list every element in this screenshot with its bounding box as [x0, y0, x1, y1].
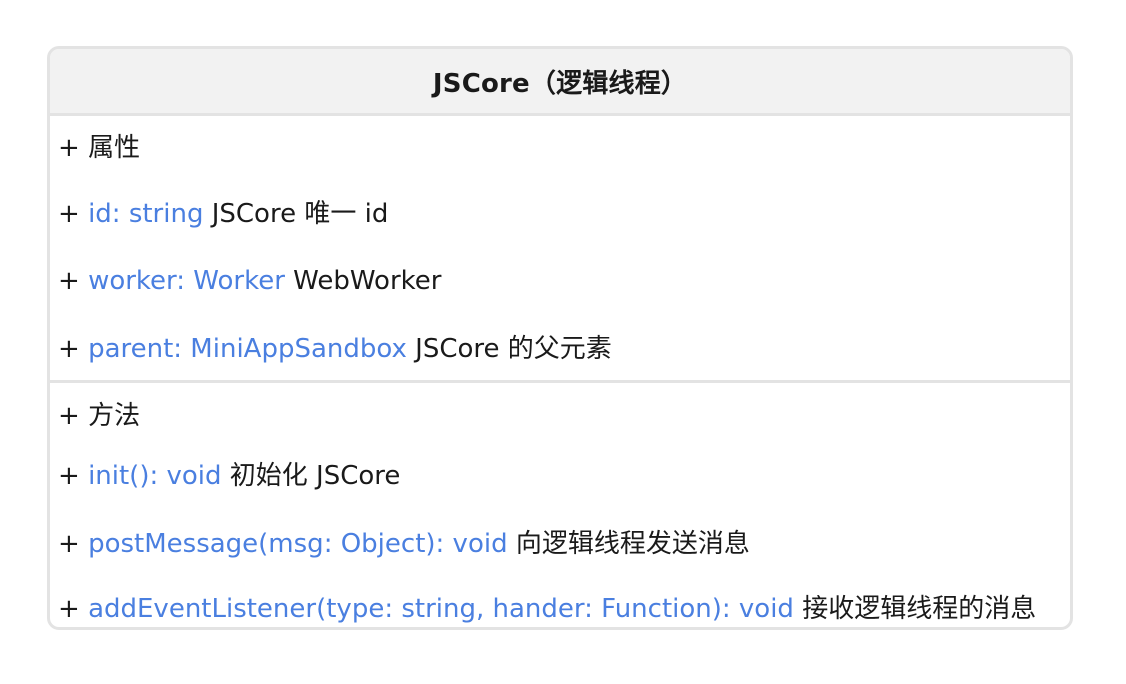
uml-class-box: JSCore（逻辑线程） + 属性 + id: string JSCore 唯一… [47, 46, 1073, 630]
attributes-section: + 属性 + id: string JSCore 唯一 id + worker:… [50, 116, 1070, 383]
plus-icon: + [58, 133, 89, 163]
plus-icon: + [58, 529, 89, 559]
attribute-row: + worker: Worker WebWorker [58, 265, 441, 297]
plus-icon: + [58, 401, 89, 431]
class-header: JSCore（逻辑线程） [50, 49, 1070, 116]
plus-icon: + [58, 266, 89, 296]
plus-icon: + [58, 334, 89, 364]
attributes-heading: 属性 [88, 133, 141, 163]
attribute-signature: worker: Worker [88, 266, 285, 296]
method-description: 初始化 JSCore [229, 461, 401, 491]
methods-heading-row: + 方法 [58, 400, 140, 432]
plus-icon: + [58, 594, 89, 624]
plus-icon: + [58, 199, 89, 229]
attributes-heading-row: + 属性 [58, 132, 140, 164]
attribute-description: JSCore 的父元素 [415, 334, 612, 364]
method-description: 接收逻辑线程的消息 [802, 594, 1037, 624]
attribute-row: + parent: MiniAppSandbox JSCore 的父元素 [58, 333, 612, 365]
plus-icon: + [58, 461, 89, 491]
attribute-signature: id: string [88, 199, 204, 229]
diagram-canvas: JSCore（逻辑线程） + 属性 + id: string JSCore 唯一… [0, 0, 1126, 684]
attribute-row: + id: string JSCore 唯一 id [58, 198, 388, 230]
attribute-description: JSCore 唯一 id [211, 199, 389, 229]
method-signature: init(): void [88, 461, 222, 491]
method-row: + postMessage(msg: Object): void 向逻辑线程发送… [58, 528, 750, 560]
method-row: + addEventListener(type: string, hander:… [58, 593, 1036, 625]
methods-heading: 方法 [88, 401, 141, 431]
class-title: JSCore（逻辑线程） [432, 68, 688, 99]
method-description: 向逻辑线程发送消息 [515, 529, 750, 559]
attribute-description: WebWorker [293, 266, 442, 296]
attribute-signature: parent: MiniAppSandbox [88, 334, 407, 364]
method-row: + init(): void 初始化 JSCore [58, 460, 400, 492]
method-signature: addEventListener(type: string, hander: F… [88, 594, 794, 624]
method-signature: postMessage(msg: Object): void [88, 529, 508, 559]
